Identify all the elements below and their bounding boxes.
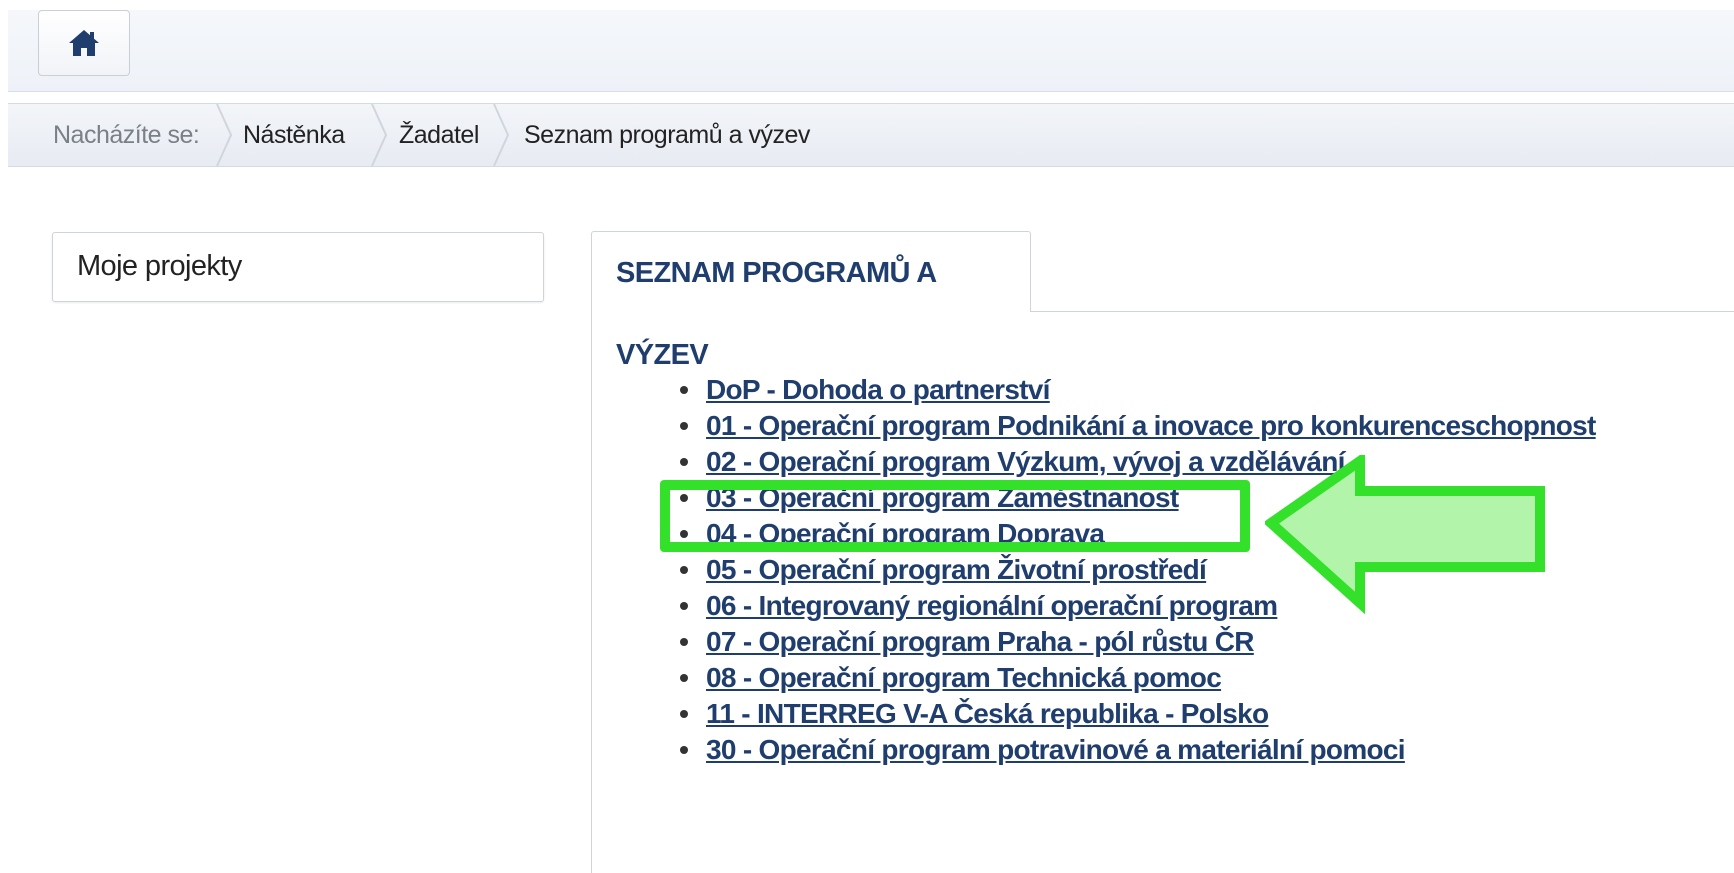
program-link[interactable]: 30 - Operační program potravinové a mate… <box>706 734 1406 765</box>
list-item: 11 - INTERREG V-A Česká republika - Pols… <box>680 696 1596 732</box>
breadcrumb: Nacházíte se: Nástěnka Žadatel Seznam pr… <box>8 103 1734 167</box>
program-link[interactable]: 07 - Operační program Praha - pól růstu … <box>706 626 1255 657</box>
breadcrumb-item-nastenka[interactable]: Nástěnka <box>243 104 345 166</box>
panel-divider <box>1030 311 1734 312</box>
breadcrumb-separator <box>216 104 233 166</box>
sidebar-item-my-projects[interactable]: Moje projekty <box>52 232 544 302</box>
breadcrumb-prefix: Nacházíte se: <box>53 121 200 149</box>
breadcrumb-separator <box>371 104 388 166</box>
bullet <box>680 673 688 682</box>
home-button[interactable] <box>38 10 130 76</box>
list-item: 01 - Operační program Podnikání a inovac… <box>680 408 1596 444</box>
program-link[interactable]: 05 - Operační program Životní prostředí <box>706 554 1207 585</box>
list-item: 07 - Operační program Praha - pól růstu … <box>680 624 1596 660</box>
bullet <box>680 709 688 718</box>
top-bar <box>8 10 1734 92</box>
highlight-box <box>660 480 1250 552</box>
program-link[interactable]: 02 - Operační program Výzkum, vývoj a vz… <box>706 446 1345 477</box>
list-item: 30 - Operační program potravinové a mate… <box>680 732 1596 768</box>
sidebar-item-label: Moje projekty <box>77 250 242 282</box>
arrow-left-icon <box>1265 455 1545 615</box>
program-link[interactable]: 11 - INTERREG V-A Česká republika - Pols… <box>706 698 1269 729</box>
bullet <box>680 565 688 574</box>
breadcrumb-item-zadatel[interactable]: Žadatel <box>399 104 479 166</box>
program-link[interactable]: DoP - Dohoda o partnerství <box>706 374 1050 405</box>
bullet <box>680 457 688 466</box>
program-link[interactable]: 01 - Operační program Podnikání a inovac… <box>706 410 1596 441</box>
breadcrumb-item-current: Seznam programů a výzev <box>524 121 810 149</box>
bullet <box>680 601 688 610</box>
bullet <box>680 421 688 430</box>
list-item: DoP - Dohoda o partnerství <box>680 372 1596 408</box>
program-link[interactable]: 08 - Operační program Technická pomoc <box>706 662 1222 693</box>
bullet <box>680 745 688 754</box>
home-icon <box>69 30 99 56</box>
breadcrumb-separator <box>493 104 510 166</box>
tab-program-list[interactable]: SEZNAM PROGRAMŮ A VÝZEV <box>591 231 1031 371</box>
program-link[interactable]: 06 - Integrovaný regionální operační pro… <box>706 590 1278 621</box>
list-item: 08 - Operační program Technická pomoc <box>680 660 1596 696</box>
bullet <box>680 637 688 646</box>
